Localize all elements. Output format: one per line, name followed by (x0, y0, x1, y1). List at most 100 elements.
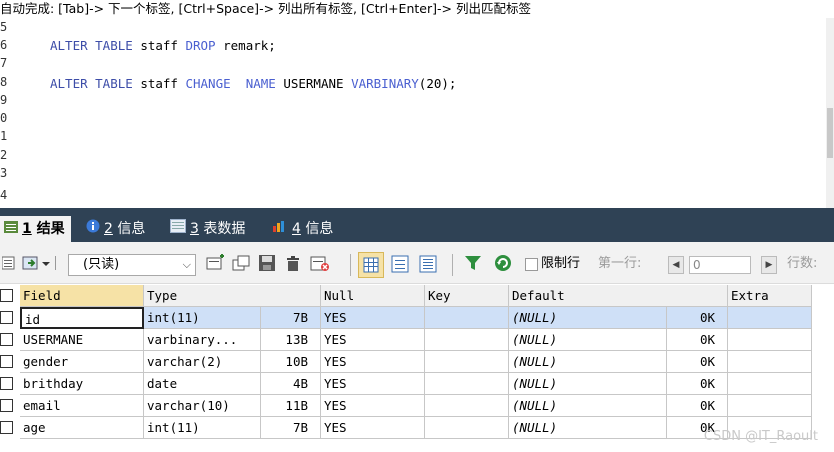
cell-default[interactable]: (NULL) (509, 417, 667, 439)
sql-text: (20); (418, 76, 457, 91)
cell-type[interactable]: int(11) (144, 417, 261, 439)
result-grid: Field Type Null Key Default Extra id int… (0, 285, 834, 452)
tab-table-data[interactable]: 3 表数据 (170, 216, 245, 242)
row-checkbox[interactable] (0, 333, 13, 346)
table-row[interactable]: gender varchar(2) 10B YES (NULL) 0K (0, 351, 834, 373)
cell-null[interactable]: YES (321, 351, 425, 373)
line-number: 6 (0, 38, 8, 52)
row-checkbox[interactable] (0, 355, 13, 368)
insert-row-icon[interactable] (206, 254, 226, 274)
tab-number: 1 (22, 221, 32, 237)
table-row[interactable]: id int(11) 7B YES (NULL) 0K (0, 307, 834, 329)
cell-field[interactable]: id (20, 307, 144, 329)
cell-default[interactable]: (NULL) (509, 307, 667, 329)
export-dropdown-icon[interactable] (22, 254, 58, 274)
scrollbar-thumb[interactable] (827, 108, 833, 158)
table-row[interactable]: brithday date 4B YES (NULL) 0K (0, 373, 834, 395)
column-header[interactable]: Field (20, 285, 144, 307)
cell-extra[interactable] (728, 329, 812, 351)
cell-extra[interactable] (728, 373, 812, 395)
cell-null[interactable]: YES (321, 307, 425, 329)
cell-field[interactable]: gender (20, 351, 144, 373)
cell-null[interactable]: YES (321, 373, 425, 395)
editor-scrollbar[interactable] (826, 18, 834, 208)
sql-editor[interactable]: 5 6 7 8 9 0 1 2 3 4 ALTER TABLE staff DR… (0, 18, 834, 208)
select-all-checkbox[interactable] (0, 289, 13, 302)
cell-type[interactable]: date (144, 373, 261, 395)
cell-key[interactable] (425, 329, 509, 351)
column-header[interactable]: Key (425, 285, 509, 307)
revert-icon[interactable] (310, 254, 330, 274)
cell-type-size: 13B (261, 329, 321, 351)
cell-field[interactable]: brithday (20, 373, 144, 395)
cell-null[interactable]: YES (321, 329, 425, 351)
cell-default-size: 0K (667, 351, 728, 373)
cell-field[interactable]: age (20, 417, 144, 439)
column-header[interactable]: Extra (728, 285, 812, 307)
toolbar-separator (452, 254, 453, 276)
line-number: 2 (0, 148, 8, 162)
grid-mode-button[interactable] (358, 252, 384, 278)
cell-null[interactable]: YES (321, 395, 425, 417)
delete-icon[interactable] (284, 254, 302, 274)
row-checkbox[interactable] (0, 311, 13, 324)
cell-extra[interactable] (728, 307, 812, 329)
cell-key[interactable] (425, 373, 509, 395)
cell-null[interactable]: YES (321, 417, 425, 439)
table-row[interactable]: USERMANE varbinary... 13B YES (NULL) 0K (0, 329, 834, 351)
duplicate-row-icon[interactable] (232, 254, 252, 274)
tab-info[interactable]: 4 信息 (272, 216, 333, 242)
limit-rows-checkbox[interactable] (525, 258, 538, 271)
tab-label: 表数据 (198, 221, 246, 237)
watermark: CSDN @IT_Raoult (703, 429, 818, 444)
code-line: ALTER TABLE staff DROP remark; (50, 37, 276, 55)
cell-extra[interactable] (728, 351, 812, 373)
info-icon (86, 216, 100, 242)
cell-type[interactable]: varbinary... (144, 329, 261, 351)
save-icon[interactable] (258, 254, 276, 274)
line-number: 9 (0, 93, 8, 107)
cell-field[interactable]: email (20, 395, 144, 417)
cell-field[interactable]: USERMANE (20, 329, 144, 351)
row-checkbox[interactable] (0, 399, 13, 412)
prev-page-button[interactable]: ◀ (668, 256, 684, 274)
cell-type-size: 10B (261, 351, 321, 373)
cell-default[interactable]: (NULL) (509, 329, 667, 351)
toolbar-separator (350, 254, 351, 276)
cell-type[interactable]: int(11) (144, 307, 261, 329)
cell-type-size: 7B (261, 307, 321, 329)
column-header[interactable]: Null (321, 285, 425, 307)
result-mode-select[interactable]: (只读) ⌵ (68, 254, 196, 276)
sql-text: USERMANE (275, 76, 352, 91)
row-checkbox[interactable] (0, 421, 13, 434)
chart-info-icon (272, 216, 288, 242)
cell-default-size: 0K (667, 373, 728, 395)
filter-icon[interactable] (464, 254, 482, 274)
cell-default[interactable]: (NULL) (509, 373, 667, 395)
cell-default-size: 0K (667, 395, 728, 417)
grid-view-icon[interactable] (1, 254, 16, 274)
form-mode-icon[interactable] (390, 254, 410, 274)
refresh-icon[interactable] (494, 254, 512, 274)
cell-key[interactable] (425, 417, 509, 439)
cell-type[interactable]: varchar(2) (144, 351, 261, 373)
column-header[interactable]: Default (509, 285, 728, 307)
tab-messages[interactable]: 2 信息 (86, 216, 145, 242)
cell-key[interactable] (425, 395, 509, 417)
tab-results[interactable]: 1 结果 (0, 216, 71, 242)
table-row[interactable]: email varchar(10) 11B YES (NULL) 0K (0, 395, 834, 417)
cell-extra[interactable] (728, 395, 812, 417)
cell-default[interactable]: (NULL) (509, 395, 667, 417)
text-mode-icon[interactable] (418, 254, 438, 274)
cell-key[interactable] (425, 307, 509, 329)
next-page-button[interactable]: ▶ (761, 256, 777, 274)
first-row-input[interactable]: 0 (689, 256, 751, 274)
column-header[interactable]: Type (144, 285, 321, 307)
row-checkbox[interactable] (0, 377, 13, 390)
cell-type[interactable]: varchar(10) (144, 395, 261, 417)
limit-rows-label: 限制行 (541, 256, 581, 271)
sql-keyword: ALTER TABLE (50, 38, 133, 53)
cell-default[interactable]: (NULL) (509, 351, 667, 373)
cell-key[interactable] (425, 351, 509, 373)
code-area[interactable]: ALTER TABLE staff DROP remark; ALTER TAB… (30, 18, 826, 208)
